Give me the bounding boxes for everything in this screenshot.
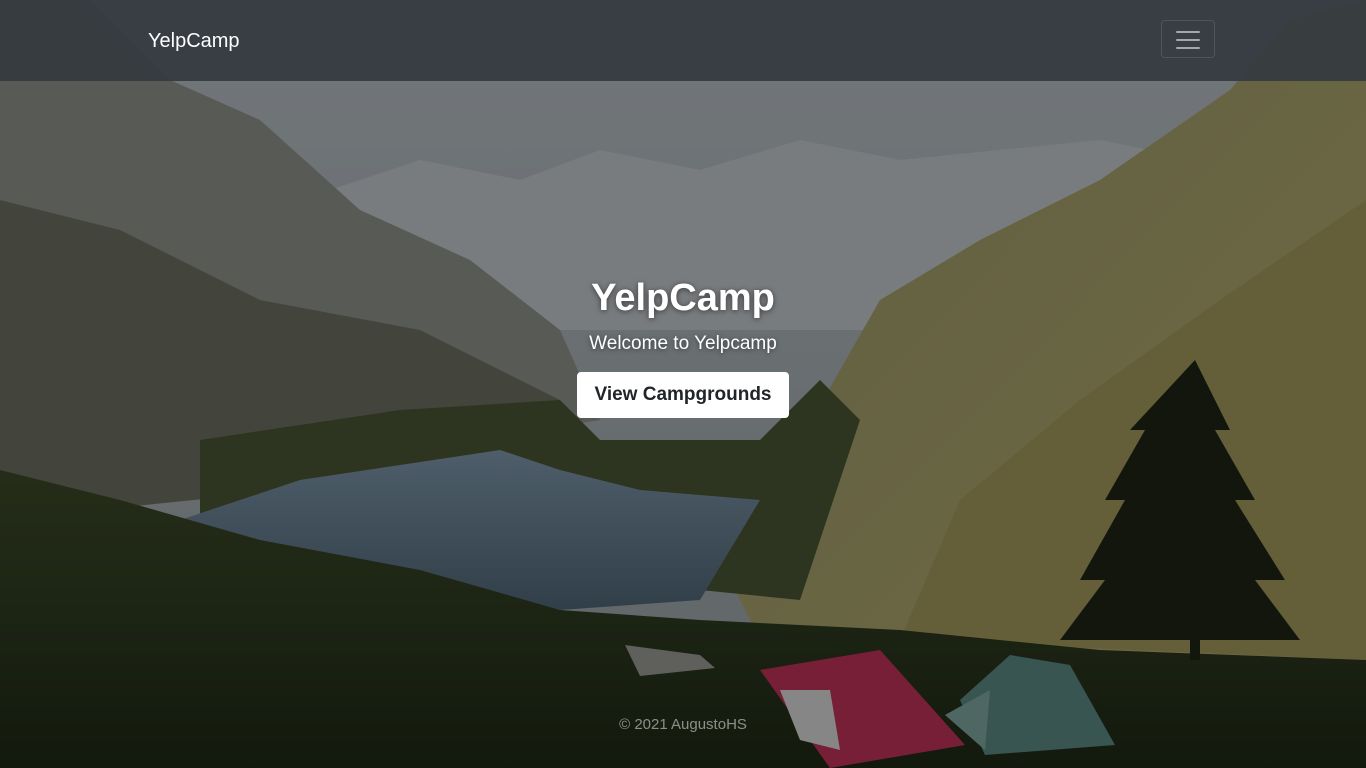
navbar-brand[interactable]: YelpCamp — [148, 28, 240, 54]
navbar-toggler-button[interactable] — [1161, 20, 1215, 58]
footer-copyright: © 2021 AugustoHS — [619, 716, 747, 733]
view-campgrounds-button[interactable]: View Campgrounds — [577, 372, 789, 418]
landing-page: YelpCamp YelpCamp Welcome to Yelpcamp Vi… — [0, 0, 1366, 768]
footer: © 2021 AugustoHS — [0, 714, 1366, 736]
hero-section: YelpCamp Welcome to Yelpcamp View Campgr… — [0, 270, 1366, 418]
hero-subtitle: Welcome to Yelpcamp — [589, 333, 777, 354]
hamburger-menu-icon — [1176, 31, 1200, 49]
hero-title: YelpCamp — [591, 277, 775, 319]
navbar: YelpCamp — [0, 0, 1366, 81]
